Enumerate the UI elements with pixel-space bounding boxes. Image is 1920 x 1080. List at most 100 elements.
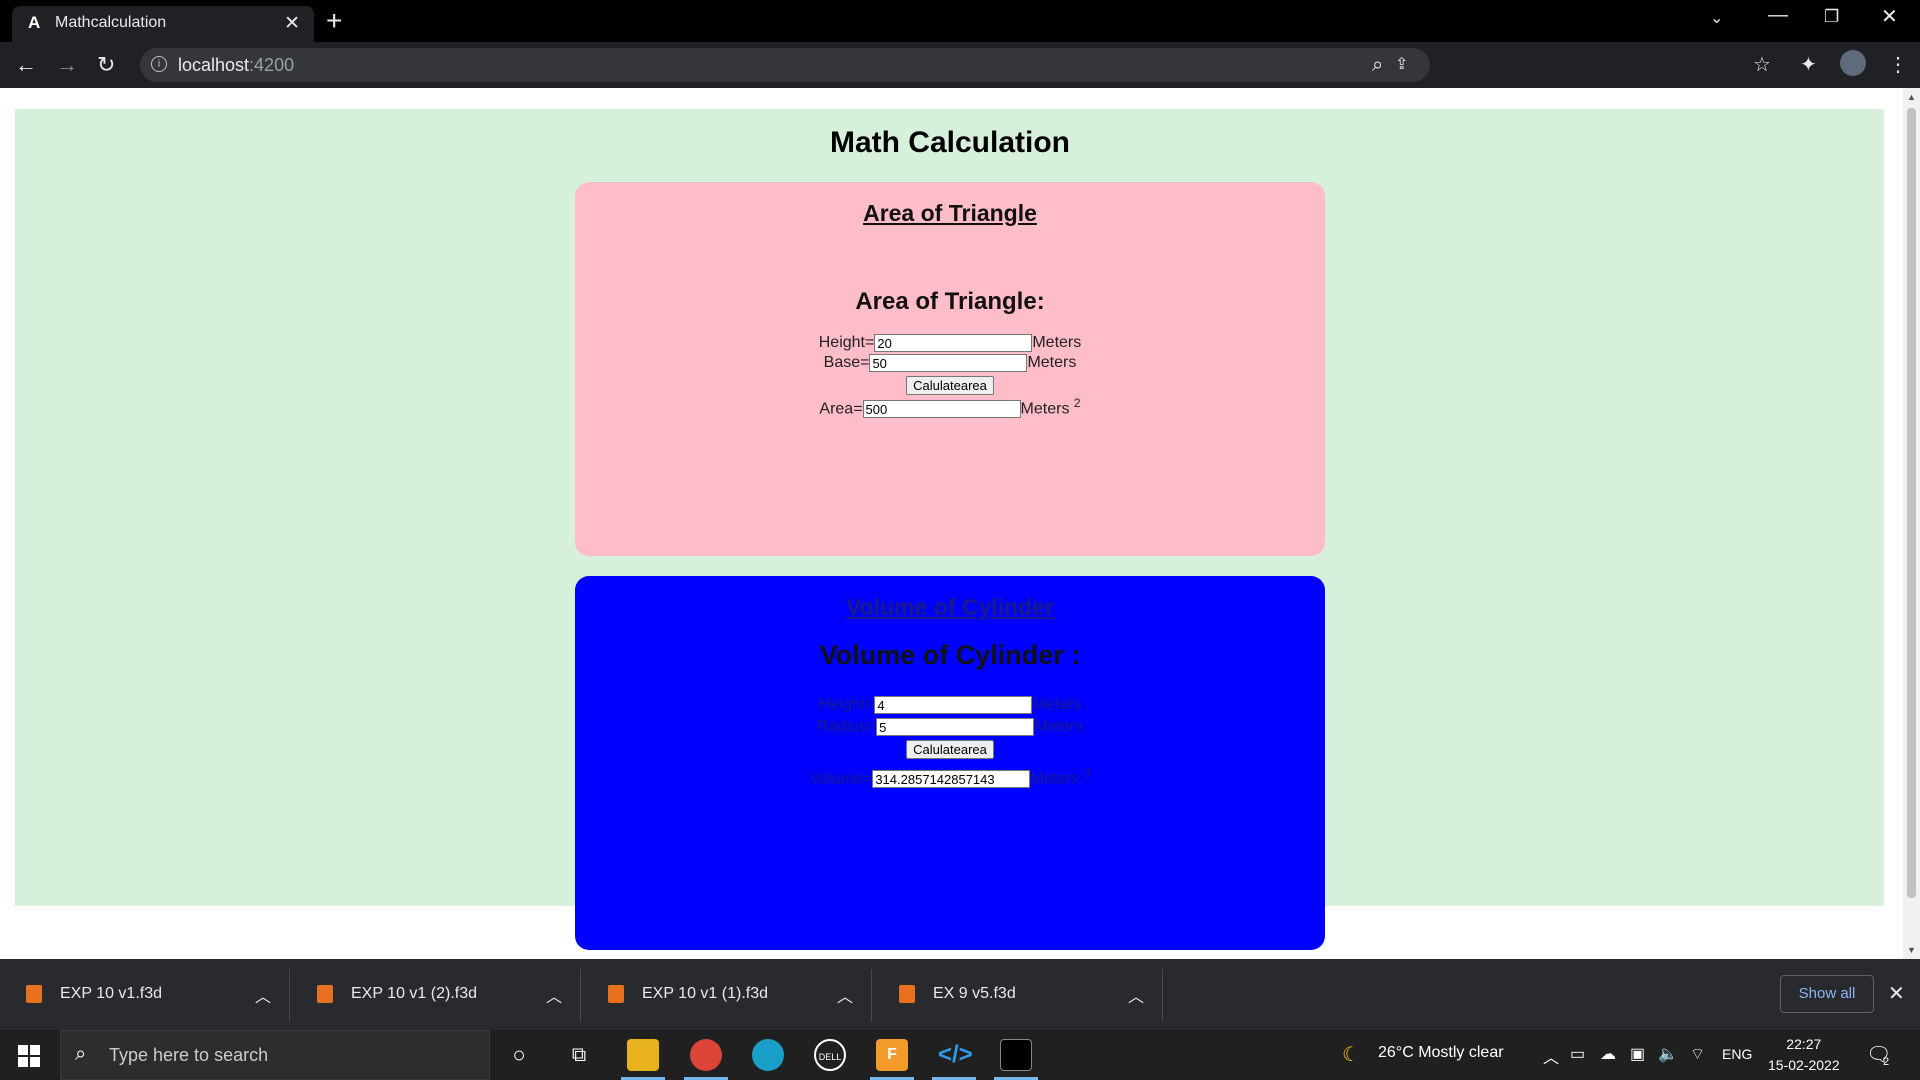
cylinder-subheading: Volume of Cylinder : <box>819 640 1081 670</box>
triangle-base-input[interactable] <box>869 354 1028 372</box>
cylinder-heading: Volume of Cylinder <box>846 594 1054 620</box>
volume-power: 3 <box>1083 766 1091 780</box>
cylinder-button-row: Calulatearea <box>575 740 1325 759</box>
edge-icon[interactable] <box>752 1039 784 1071</box>
area-label: Area= <box>819 400 863 418</box>
cylinder-height-row: Height= Meters <box>575 696 1325 714</box>
triangle-area-output[interactable] <box>862 400 1021 419</box>
cylinder-height-label: Height= <box>818 696 875 714</box>
windows-taskbar: ⌕ Type here to search ○ ⧉ DELL F </> ☾ 2… <box>0 1030 1920 1080</box>
scroll-down-icon[interactable]: ▼ <box>1907 945 1916 955</box>
close-shelf-icon[interactable]: ✕ <box>1888 981 1905 1006</box>
f3d-file-icon <box>317 985 333 1003</box>
taskbar-clock[interactable]: 22:27 15-02-2022 <box>1768 1034 1840 1076</box>
site-info-icon[interactable]: i <box>151 56 167 72</box>
battery-icon[interactable]: ▭ <box>1570 1044 1585 1064</box>
address-bar[interactable]: i localhost:4200 ⌕ ⇪ <box>140 48 1430 82</box>
divider <box>871 969 872 1021</box>
url-text: localhost:4200 <box>178 55 294 76</box>
cylinder-volume-output[interactable] <box>872 770 1031 789</box>
chevron-up-icon[interactable]: ︿ <box>546 983 562 1007</box>
browser-toolbar: ← → ↻ i localhost:4200 ⌕ ⇪ ☆ ✦ ⋮ <box>0 42 1920 88</box>
language-indicator[interactable]: ENG <box>1722 1046 1752 1062</box>
chevron-up-icon[interactable]: ︿ <box>837 983 853 1007</box>
scroll-thumb[interactable] <box>1907 108 1916 898</box>
tab-close-icon[interactable]: ✕ <box>284 12 300 35</box>
weather-text[interactable]: 26°C Mostly clear <box>1378 1044 1504 1062</box>
f3d-file-icon <box>26 985 42 1003</box>
area-unit: Meters <box>1020 400 1070 418</box>
cylinder-calculate-button[interactable]: Calulatearea <box>906 740 994 759</box>
bookmark-star-icon[interactable]: ☆ <box>1753 52 1771 77</box>
volume-unit: Meters <box>1030 770 1080 788</box>
window-close-icon[interactable]: ✕ <box>1881 4 1898 29</box>
volume-label: Volume= <box>809 770 873 788</box>
show-all-button[interactable]: Show all <box>1780 975 1874 1013</box>
page-title: Math Calculation <box>829 126 1070 159</box>
cylinder-height-input[interactable] <box>874 696 1033 714</box>
triangle-height-input[interactable] <box>874 334 1033 352</box>
base-label: Base= <box>823 354 870 372</box>
clock-date: 15-02-2022 <box>1768 1057 1840 1073</box>
vscode-icon[interactable]: </> <box>938 1039 973 1071</box>
clock-time: 22:27 <box>1786 1036 1822 1052</box>
page-viewport: Math Calculation Area of Triangle Area o… <box>0 88 1920 959</box>
divider <box>289 969 290 1021</box>
start-tile <box>18 1057 28 1067</box>
task-view-icon[interactable]: ⧉ <box>563 1039 595 1071</box>
triangle-base-row: Base= Meters <box>575 354 1325 372</box>
dell-icon[interactable]: DELL <box>814 1039 846 1071</box>
url-host: localhost <box>178 55 250 75</box>
zoom-icon[interactable]: ⌕ <box>1372 54 1383 77</box>
reload-icon[interactable]: ↻ <box>97 52 115 78</box>
terminal-icon[interactable] <box>1000 1039 1032 1071</box>
radius-label: Radius= <box>816 718 877 736</box>
triangle-calculate-button[interactable]: Calulatearea <box>906 376 994 395</box>
taskbar-search[interactable]: ⌕ Type here to search <box>60 1030 490 1080</box>
back-icon[interactable]: ← <box>15 52 37 78</box>
download-item[interactable]: EXP 10 v1 (2).f3d ︿ <box>291 959 581 1030</box>
download-item[interactable]: EXP 10 v1.f3d ︿ <box>0 959 290 1030</box>
chevron-up-icon[interactable]: ︿ <box>255 983 271 1007</box>
chevron-up-icon[interactable]: ︿ <box>1128 983 1144 1007</box>
angular-favicon-icon: A <box>28 13 41 32</box>
new-tab-icon[interactable]: + <box>326 5 342 37</box>
menu-kebab-icon[interactable]: ⋮ <box>1888 52 1908 77</box>
start-tile <box>30 1057 40 1067</box>
tab-search-chevron-icon[interactable]: ⌄ <box>1710 8 1723 28</box>
cylinder-radius-input[interactable] <box>876 718 1035 736</box>
fusion360-icon[interactable]: F <box>876 1039 908 1071</box>
height-label: Height= <box>818 334 875 352</box>
chrome-icon[interactable] <box>690 1039 722 1071</box>
cylinder-card: Volume of Cylinder Volume of Cylinder : … <box>575 576 1325 950</box>
area-power: 2 <box>1073 396 1081 410</box>
browser-tab[interactable]: A Mathcalculation ✕ <box>12 6 314 42</box>
download-item[interactable]: EXP 10 v1 (1).f3d ︿ <box>582 959 872 1030</box>
share-icon[interactable]: ⇪ <box>1395 54 1408 74</box>
wifi-icon[interactable]: ⌔ <box>1690 1044 1705 1064</box>
profile-avatar[interactable] <box>1840 50 1866 76</box>
onedrive-cloud-icon[interactable]: ☁ <box>1600 1044 1616 1064</box>
url-port: :4200 <box>249 55 295 75</box>
extensions-puzzle-icon[interactable]: ✦ <box>1800 52 1817 77</box>
download-filename: EXP 10 v1 (1).f3d <box>642 985 768 1002</box>
download-item[interactable]: EX 9 v5.f3d ︿ <box>873 959 1163 1030</box>
file-explorer-icon[interactable] <box>627 1039 659 1071</box>
tray-chevron-up-icon[interactable]: ︿ <box>1543 1044 1559 1068</box>
download-filename: EXP 10 v1.f3d <box>60 985 162 1002</box>
cortana-icon[interactable]: ○ <box>503 1039 535 1071</box>
windows-start-icon[interactable] <box>18 1045 40 1067</box>
forward-icon[interactable]: → <box>56 52 78 78</box>
minimize-icon[interactable]: — <box>1768 4 1788 27</box>
page-scrollbar[interactable]: ▲ ▼ <box>1903 88 1920 959</box>
network-device-icon[interactable]: ▣ <box>1630 1044 1645 1064</box>
triangle-height-row: Height= Meters <box>575 334 1325 352</box>
divider <box>580 969 581 1021</box>
search-placeholder: Type here to search <box>109 1045 269 1065</box>
volume-icon[interactable]: 🔈 <box>1658 1044 1678 1064</box>
download-shelf: EXP 10 v1.f3d ︿ EXP 10 v1 (2).f3d ︿ EXP … <box>0 959 1920 1030</box>
scroll-up-icon[interactable]: ▲ <box>1907 92 1916 102</box>
restore-icon[interactable]: ❐ <box>1824 7 1839 27</box>
start-tile <box>18 1045 28 1055</box>
weather-moon-icon[interactable]: ☾ <box>1342 1042 1360 1067</box>
